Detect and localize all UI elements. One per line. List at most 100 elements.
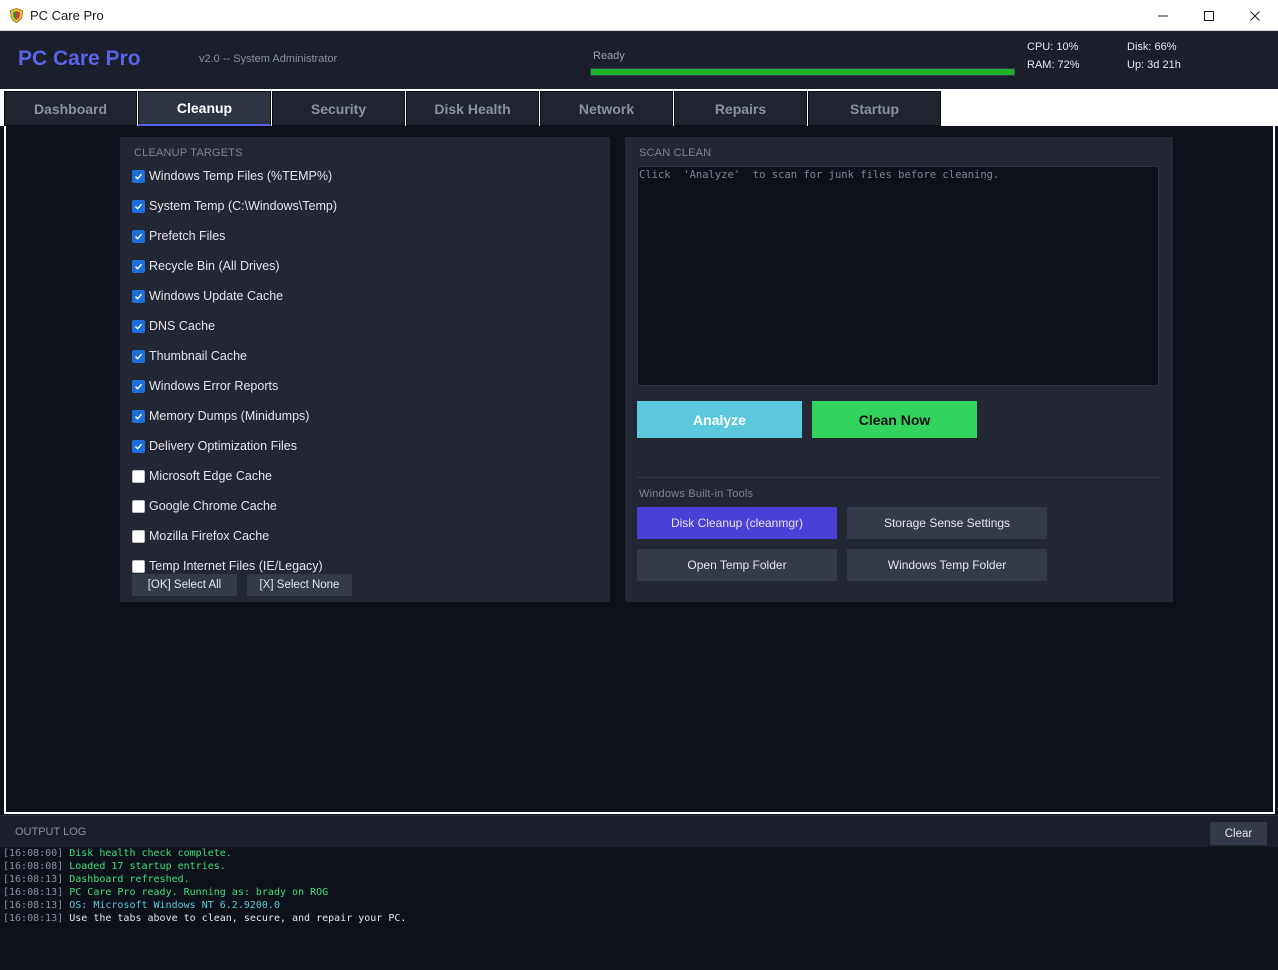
log-line: [16:08:13] OS: Microsoft Windows NT 6.2.… <box>3 899 406 912</box>
disk-stat: Disk: 66% <box>1127 41 1177 53</box>
log-timestamp: [16:08:13] <box>3 874 64 885</box>
tab-dashboard[interactable]: Dashboard <box>4 91 137 126</box>
open-temp-folder-button[interactable]: Open Temp Folder <box>637 549 837 581</box>
status-text: Ready <box>593 50 625 62</box>
cleanup-target-item[interactable]: Prefetch Files <box>132 226 225 246</box>
scan-clean-panel: SCAN CLEAN Click 'Analyze' to scan for j… <box>625 137 1173 602</box>
cleanup-target-label: DNS Cache <box>149 319 215 333</box>
checkbox-checked-icon[interactable] <box>132 169 145 183</box>
select-all-button[interactable]: [OK] Select All <box>132 574 237 596</box>
output-log-title: OUTPUT LOG <box>15 826 87 838</box>
cleanup-target-item[interactable]: Delivery Optimization Files <box>132 436 297 456</box>
cleanup-target-label: Recycle Bin (All Drives) <box>149 259 280 273</box>
cleanup-target-label: Windows Temp Files (%TEMP%) <box>149 169 333 183</box>
analyze-button[interactable]: Analyze <box>637 401 802 438</box>
maximize-icon <box>1204 10 1214 21</box>
checkbox-unchecked-icon[interactable] <box>132 469 145 483</box>
minimize-button[interactable] <box>1140 0 1186 31</box>
cleanup-target-label: Temp Internet Files (IE/Legacy) <box>149 559 323 573</box>
builtin-tools-title: Windows Built-in Tools <box>639 488 754 500</box>
cleanup-target-item[interactable]: Temp Internet Files (IE/Legacy) <box>132 556 323 576</box>
log-message: Disk health check complete. <box>69 848 232 859</box>
checkbox-checked-icon[interactable] <box>132 439 145 453</box>
cleanup-target-label: Mozilla Firefox Cache <box>149 529 270 543</box>
checkbox-checked-icon[interactable] <box>132 319 145 333</box>
log-line: [16:08:13] PC Care Pro ready. Running as… <box>3 886 406 899</box>
app-header: PC Care Pro v2.0 -- System Administrator… <box>0 31 1278 89</box>
uptime-stat: Up: 3d 21h <box>1127 59 1181 71</box>
cleanup-targets-title: CLEANUP TARGETS <box>134 147 243 159</box>
checkbox-checked-icon[interactable] <box>132 379 145 393</box>
log-message: PC Care Pro ready. Running as: brady on … <box>69 887 329 898</box>
cleanup-target-label: Memory Dumps (Minidumps) <box>149 409 310 423</box>
cleanup-target-item[interactable]: Windows Update Cache <box>132 286 283 306</box>
tab-cleanup[interactable]: Cleanup <box>138 91 271 126</box>
checkbox-checked-icon[interactable] <box>132 409 145 423</box>
app-name: PC Care Pro <box>18 47 141 70</box>
storage-sense-button[interactable]: Storage Sense Settings <box>847 507 1047 539</box>
progress-bar <box>590 68 1015 76</box>
cleanup-target-label: Microsoft Edge Cache <box>149 469 272 483</box>
select-none-button[interactable]: [X] Select None <box>247 574 352 596</box>
cleanup-target-item[interactable]: Memory Dumps (Minidumps) <box>132 406 309 426</box>
windows-temp-folder-button[interactable]: Windows Temp Folder <box>847 549 1047 581</box>
cpu-stat: CPU: 10% <box>1027 41 1079 53</box>
app-subtitle: v2.0 -- System Administrator <box>199 53 338 65</box>
cleanup-page: CLEANUP TARGETS Windows Temp Files (%TEM… <box>4 126 1275 814</box>
checkbox-checked-icon[interactable] <box>132 259 145 273</box>
log-timestamp: [16:08:00] <box>3 848 64 859</box>
checkbox-unchecked-icon[interactable] <box>132 559 145 573</box>
clear-log-button[interactable]: Clear <box>1210 822 1267 845</box>
checkbox-checked-icon[interactable] <box>132 289 145 303</box>
disk-cleanup-button[interactable]: Disk Cleanup (cleanmgr) <box>637 507 837 539</box>
ram-stat: RAM: 72% <box>1027 59 1080 71</box>
log-line: [16:08:00] Disk health check complete. <box>3 847 406 860</box>
close-icon <box>1250 10 1260 21</box>
output-log: OUTPUT LOG Clear [16:08:00] Disk health … <box>0 815 1278 970</box>
tab-disk-health[interactable]: Disk Health <box>406 91 539 126</box>
log-timestamp: [16:08:13] <box>3 887 64 898</box>
cleanup-target-item[interactable]: DNS Cache <box>132 316 215 336</box>
cleanup-target-item[interactable]: Windows Error Reports <box>132 376 278 396</box>
cleanup-target-label: Prefetch Files <box>149 229 226 243</box>
cleanup-target-item[interactable]: Google Chrome Cache <box>132 496 277 516</box>
log-message: Use the tabs above to clean, secure, and… <box>69 913 407 924</box>
checkbox-unchecked-icon[interactable] <box>132 529 145 543</box>
scan-clean-title: SCAN CLEAN <box>639 147 712 159</box>
close-button[interactable] <box>1232 0 1278 31</box>
cleanup-target-label: Windows Error Reports <box>149 379 279 393</box>
cleanup-target-item[interactable]: Recycle Bin (All Drives) <box>132 256 280 276</box>
cleanup-target-item[interactable]: Mozilla Firefox Cache <box>132 526 269 546</box>
cleanup-target-label: Thumbnail Cache <box>149 349 247 363</box>
cleanup-target-item[interactable]: System Temp (C:\Windows\Temp) <box>132 196 337 216</box>
window-title: PC Care Pro <box>30 8 104 23</box>
tab-startup[interactable]: Startup <box>808 91 941 126</box>
checkbox-checked-icon[interactable] <box>132 229 145 243</box>
cleanup-targets-panel: CLEANUP TARGETS Windows Temp Files (%TEM… <box>120 137 610 602</box>
scan-output-box[interactable]: Click 'Analyze' to scan for junk files b… <box>637 166 1159 386</box>
tab-security[interactable]: Security <box>272 91 405 126</box>
cleanup-target-item[interactable]: Microsoft Edge Cache <box>132 466 272 486</box>
checkbox-checked-icon[interactable] <box>132 199 145 213</box>
log-timestamp: [16:08:13] <box>3 900 64 911</box>
checkbox-checked-icon[interactable] <box>132 349 145 363</box>
log-message: OS: Microsoft Windows NT 6.2.9200.0 <box>69 900 280 911</box>
log-line: [16:08:13] Use the tabs above to clean, … <box>3 912 406 925</box>
minimize-icon <box>1158 15 1168 16</box>
progress-fill <box>591 69 1014 75</box>
tab-network[interactable]: Network <box>540 91 673 126</box>
cleanup-target-item[interactable]: Windows Temp Files (%TEMP%) <box>132 166 332 186</box>
maximize-button[interactable] <box>1186 0 1232 31</box>
log-line: [16:08:08] Loaded 17 startup entries. <box>3 860 406 873</box>
cleanup-target-item[interactable]: Thumbnail Cache <box>132 346 247 366</box>
clean-now-button[interactable]: Clean Now <box>812 401 977 438</box>
log-timestamp: [16:08:08] <box>3 861 64 872</box>
log-line: [16:08:13] Dashboard refreshed. <box>3 873 406 886</box>
divider <box>637 477 1159 478</box>
title-bar: PC Care Pro <box>0 0 1278 31</box>
log-timestamp: [16:08:13] <box>3 913 64 924</box>
checkbox-unchecked-icon[interactable] <box>132 499 145 513</box>
tab-repairs[interactable]: Repairs <box>674 91 807 126</box>
cleanup-target-label: Google Chrome Cache <box>149 499 277 513</box>
log-lines: [16:08:00] Disk health check complete. [1… <box>3 847 406 925</box>
